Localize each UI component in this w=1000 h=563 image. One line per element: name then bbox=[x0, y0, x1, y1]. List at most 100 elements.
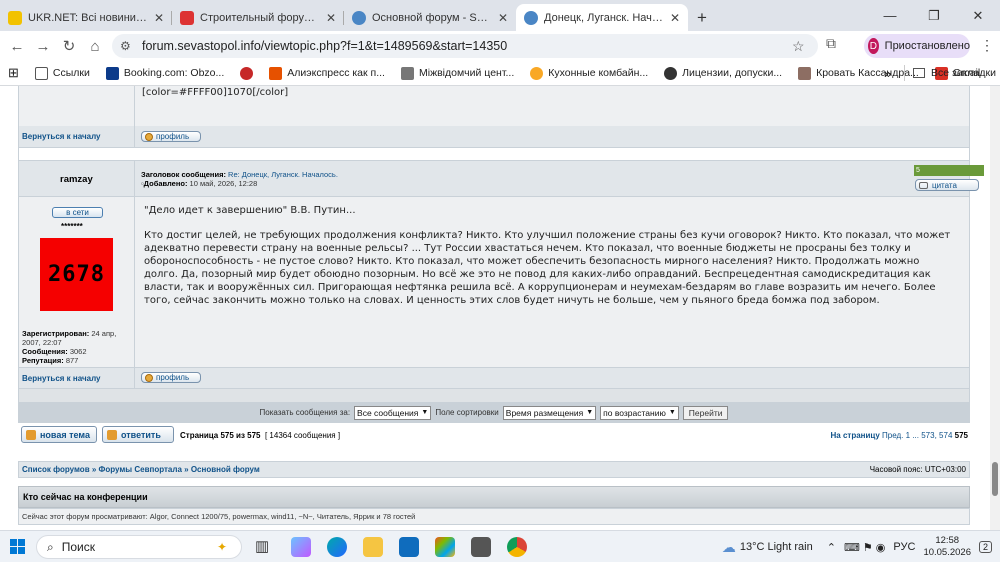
whoisonline-text: Сейчас этот форум просматривают: Algor, … bbox=[18, 508, 970, 525]
new-topic-icon bbox=[26, 429, 36, 440]
breadcrumb-sevportal[interactable]: Форумы Севпортала bbox=[99, 465, 182, 474]
chrome-icon[interactable] bbox=[507, 537, 527, 557]
sort-bar: Показать сообщения за: Все сообщения ▼ По… bbox=[18, 402, 970, 423]
back-to-top-link[interactable]: Вернуться к началу bbox=[22, 374, 101, 383]
chevron-up-icon[interactable]: ⌃ bbox=[827, 541, 836, 554]
windows-start-icon[interactable] bbox=[10, 539, 26, 555]
bookmark-booking[interactable]: Booking.com: Obzo... bbox=[98, 66, 232, 80]
profile-button[interactable]: D Приостановлено bbox=[864, 34, 970, 58]
store-icon[interactable] bbox=[435, 537, 455, 557]
breadcrumb-main[interactable]: Основной форум bbox=[191, 465, 260, 474]
bookmark-ssylki[interactable]: Ссылки bbox=[27, 66, 98, 80]
close-tab-icon[interactable]: ✕ bbox=[498, 11, 508, 25]
close-tab-icon[interactable]: ✕ bbox=[670, 11, 680, 25]
new-topic-button[interactable]: новая тема bbox=[21, 426, 97, 443]
clock[interactable]: 12:58 10.05.2026 bbox=[923, 535, 971, 559]
site-info-icon[interactable]: ⚙ bbox=[120, 39, 142, 53]
post-spacer bbox=[18, 148, 970, 160]
more-bookmarks-icon[interactable]: » bbox=[884, 66, 891, 81]
direction-select[interactable]: по возрастанию ▼ bbox=[600, 405, 679, 420]
sort-label: Поле сортировки bbox=[435, 408, 499, 417]
copilot-icon[interactable] bbox=[291, 537, 311, 557]
bookmark-licenzii[interactable]: Лицензии, допуски... bbox=[656, 66, 790, 80]
post-body-row: в сети ******* 2678 Зарегистрирован: 24 … bbox=[18, 197, 970, 367]
back-arrow-icon[interactable]: ← bbox=[4, 33, 30, 59]
back-to-top-link[interactable]: Вернуться к началу bbox=[22, 132, 101, 141]
post-quote-line: "Дело идет к завершению" В.В. Путин... bbox=[144, 205, 356, 216]
url-text[interactable]: forum.sevastopol.info/viewtopic.php?f=1&… bbox=[142, 39, 792, 53]
bookmark-mizhvidomchy[interactable]: Міжвідомчий цент... bbox=[393, 66, 522, 80]
dark-circle-icon bbox=[664, 66, 678, 80]
page-573-link[interactable]: 573 bbox=[921, 431, 934, 440]
taskbar-search[interactable]: ⌕ Поиск ✦ bbox=[36, 535, 242, 559]
user-stats: Зарегистрирован: 24 апр, 2007, 22:07 Соо… bbox=[22, 329, 117, 365]
reply-button[interactable]: ответить bbox=[102, 426, 174, 443]
breadcrumb: Список форумов » Форумы Севпортала » Осн… bbox=[18, 461, 970, 478]
weather-text[interactable]: 13°C Light rain bbox=[740, 541, 813, 553]
post-text: Кто достиг целей, не требующих продолжен… bbox=[144, 230, 951, 306]
forward-arrow-icon[interactable]: → bbox=[30, 33, 56, 59]
close-window-button[interactable]: ✕ bbox=[956, 0, 1000, 31]
aliexpress-icon bbox=[269, 66, 283, 80]
post-spacer bbox=[18, 389, 970, 402]
bookmarks-bar: ⊞ Ссылки Booking.com: Obzo... Алиэкспрес… bbox=[0, 61, 1000, 86]
page-1-link[interactable]: 1 bbox=[906, 431, 910, 440]
close-tab-icon[interactable]: ✕ bbox=[326, 11, 336, 25]
bookmark-red[interactable] bbox=[232, 66, 261, 80]
system-tray: ☁ 13°C Light rain ⌃ ⌨ ⚑ ◉ РУС 12:58 10.05… bbox=[722, 531, 1000, 563]
current-page: 575 bbox=[954, 431, 968, 440]
maximize-button[interactable]: ❐ bbox=[912, 0, 956, 31]
globe-favicon-icon bbox=[524, 10, 538, 25]
breadcrumb-forums[interactable]: Список форумов bbox=[22, 465, 90, 474]
new-tab-button[interactable]: + bbox=[688, 4, 716, 31]
booking-icon bbox=[105, 66, 119, 80]
go-button[interactable]: Перейти bbox=[682, 405, 729, 420]
close-tab-icon[interactable]: ✕ bbox=[154, 11, 164, 25]
browser-toolbar: ← → ↻ ⌂ ⚙ forum.sevastopol.info/viewtopi… bbox=[0, 31, 1000, 61]
bed-icon bbox=[798, 66, 812, 80]
calculator-icon[interactable] bbox=[471, 537, 491, 557]
outlook-icon[interactable] bbox=[399, 537, 419, 557]
post-author[interactable]: ramzay bbox=[60, 174, 93, 185]
sort-select[interactable]: Время размещения ▼ bbox=[502, 405, 597, 420]
kebab-menu-icon[interactable]: ⋮ bbox=[980, 37, 994, 54]
prev-page-link[interactable]: Пред. bbox=[882, 431, 903, 440]
file-explorer-icon[interactable] bbox=[363, 537, 383, 557]
whoisonline-header: Кто сейчас на конференции bbox=[18, 486, 970, 508]
post-header: ramzay Заголовок сообщения: Re: Донецк, … bbox=[18, 160, 984, 197]
edge-icon[interactable] bbox=[327, 537, 347, 557]
post-subject-link[interactable]: Re: Донецк, Луганск. Началось. bbox=[228, 170, 338, 179]
task-view-icon[interactable]: ▥ bbox=[255, 537, 275, 557]
tab-stroitelny[interactable]: Строительный форум Украи✕ bbox=[172, 4, 344, 31]
vertical-scrollbar[interactable] bbox=[990, 86, 1000, 530]
notification-badge[interactable]: 2 bbox=[978, 541, 992, 553]
globe-favicon-icon bbox=[352, 10, 366, 25]
system-icons[interactable]: ⌨ ⚑ ◉ bbox=[844, 541, 885, 554]
extensions-icon[interactable]: ⧉ bbox=[826, 35, 836, 52]
prev-post-row: [color=#FFFF00]1070[/color] bbox=[18, 86, 970, 126]
folder-icon bbox=[34, 66, 48, 80]
tab-donetsk[interactable]: Донецк, Луганск. Началось. - ✕ bbox=[516, 4, 688, 31]
reload-icon[interactable]: ↻ bbox=[56, 33, 82, 59]
home-icon[interactable]: ⌂ bbox=[82, 33, 108, 59]
quote-icon bbox=[919, 181, 928, 189]
profile-button[interactable]: профиль bbox=[141, 131, 201, 142]
tab-sevastopol[interactable]: Основной форум - Sevastopol✕ bbox=[344, 4, 516, 31]
quote-button[interactable]: цитата bbox=[915, 179, 979, 191]
avatar: D bbox=[868, 38, 879, 54]
minimize-button[interactable]: — bbox=[868, 0, 912, 31]
profile-button[interactable]: профиль bbox=[141, 372, 201, 383]
prev-post-footer: Вернуться к началу профиль bbox=[18, 126, 970, 148]
home-favicon-icon bbox=[180, 10, 194, 25]
language-indicator[interactable]: РУС bbox=[893, 541, 915, 553]
address-bar[interactable]: ⚙ forum.sevastopol.info/viewtopic.php?f=… bbox=[112, 34, 818, 58]
all-bookmarks[interactable]: Все закладки bbox=[904, 65, 996, 81]
apps-grid-icon[interactable]: ⊞ bbox=[0, 65, 27, 81]
tab-ukrnet[interactable]: UKR.NET: Всі новини України, ✕ bbox=[0, 4, 172, 31]
page-574-link[interactable]: 574 bbox=[939, 431, 952, 440]
bookmark-aliexpress[interactable]: Алиэкспресс как п... bbox=[261, 66, 393, 80]
bookmark-star-icon[interactable]: ☆ bbox=[792, 38, 818, 55]
scroll-thumb[interactable] bbox=[992, 462, 998, 496]
bookmark-kuhonnye[interactable]: Кухонные комбайн... bbox=[522, 66, 656, 80]
show-select[interactable]: Все сообщения ▼ bbox=[354, 405, 432, 420]
